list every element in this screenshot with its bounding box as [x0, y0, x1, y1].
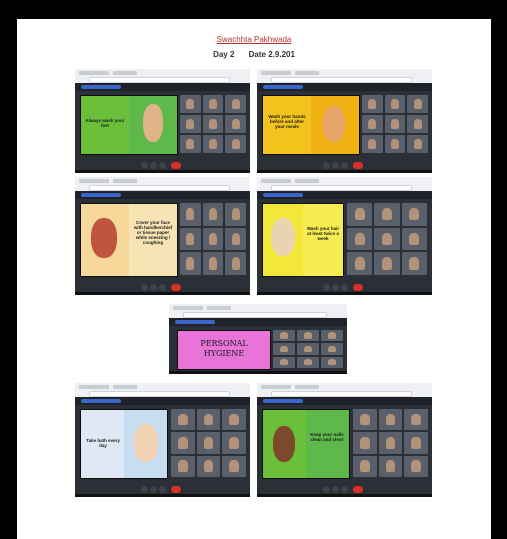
meeting-screenshot-2: Wash your hands before and after your me… [257, 69, 432, 173]
present-button[interactable] [341, 486, 348, 493]
mic-button[interactable] [323, 162, 330, 169]
mic-button[interactable] [141, 486, 148, 493]
day-label: Day 2 [213, 50, 235, 59]
slide-text: Wash your hair at least twice a week [306, 226, 340, 241]
slide-panel: PERSONAL HYGIENE [177, 330, 271, 370]
date-label: Date 2.9.201 [248, 50, 295, 59]
slide-panel: Take bath every day [80, 409, 168, 479]
mic-button[interactable] [141, 162, 148, 169]
end-call-button[interactable] [171, 162, 181, 169]
mic-button[interactable] [323, 284, 330, 291]
present-button[interactable] [159, 486, 166, 493]
end-call-button[interactable] [171, 486, 181, 493]
slide-text: Wash your hands before and after your me… [268, 114, 306, 129]
slide-text: Keep your nails clean and short [310, 432, 344, 442]
slide-panel: Wash your hands before and after your me… [262, 95, 360, 155]
meeting-screenshot-5: PERSONAL HYGIENE [169, 304, 347, 374]
call-controls [75, 162, 250, 170]
mic-button[interactable] [141, 284, 148, 291]
document-page: Swachhta Pakhwada Day 2 Date 2.9.201 Alw… [17, 19, 491, 539]
day-date-line: Day 2 Date 2.9.201 [17, 50, 491, 59]
document-title: Swachhta Pakhwada [216, 35, 292, 44]
slide-text: Take bath every day [86, 438, 120, 448]
browser-chrome [75, 69, 250, 84]
meeting-screenshot-6: Take bath every day [75, 383, 250, 497]
end-call-button[interactable] [353, 162, 363, 169]
slide-panel: Cover your face with handkerchief or tis… [80, 203, 178, 277]
slide-text: Cover your face with handkerchief or tis… [133, 220, 173, 245]
slide-panel: Wash your hair at least twice a week [262, 203, 344, 277]
camera-button[interactable] [332, 486, 339, 493]
present-button[interactable] [341, 162, 348, 169]
camera-button[interactable] [150, 486, 157, 493]
meeting-screenshot-1: Always wash your feet [75, 69, 250, 173]
meeting-screenshot-3: Cover your face with handkerchief or tis… [75, 177, 250, 295]
present-button[interactable] [159, 162, 166, 169]
end-call-button[interactable] [353, 486, 363, 493]
meeting-screenshot-4: Wash your hair at least twice a week [257, 177, 432, 295]
present-button[interactable] [341, 284, 348, 291]
camera-button[interactable] [150, 162, 157, 169]
slide-text: Always wash your feet [85, 118, 125, 128]
camera-button[interactable] [150, 284, 157, 291]
present-button[interactable] [159, 284, 166, 291]
slide-panel: Keep your nails clean and short [262, 409, 350, 479]
meeting-screenshot-7: Keep your nails clean and short [257, 383, 432, 497]
camera-button[interactable] [332, 284, 339, 291]
camera-button[interactable] [332, 162, 339, 169]
slide-panel: Always wash your feet [80, 95, 178, 155]
end-call-button[interactable] [171, 284, 181, 291]
slide-text: PERSONAL HYGIENE [200, 339, 248, 358]
participant-grid [180, 95, 246, 153]
mic-button[interactable] [323, 486, 330, 493]
end-call-button[interactable] [353, 284, 363, 291]
